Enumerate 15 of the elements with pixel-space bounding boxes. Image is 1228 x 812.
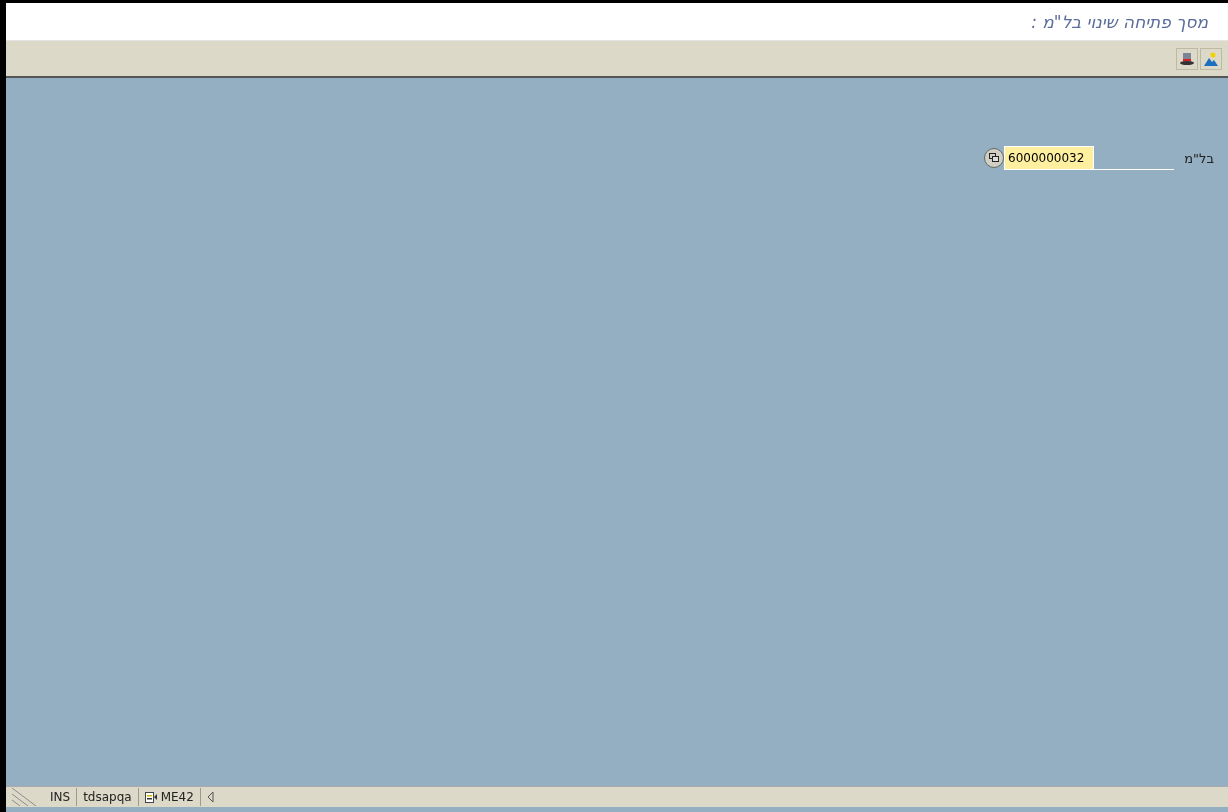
status-mode: INS xyxy=(44,788,78,806)
window-title: מסך פתיחה שינוי בל"מ : xyxy=(1031,11,1208,32)
mountain-sun-icon xyxy=(1204,52,1218,66)
status-transaction: ME42 xyxy=(160,790,194,804)
copy-button[interactable] xyxy=(984,148,1004,168)
copy-icon xyxy=(989,153,999,162)
transaction-icon xyxy=(144,791,157,803)
image-button[interactable] xyxy=(1200,47,1222,70)
status-server: tdsapqa xyxy=(77,788,139,806)
hat-icon xyxy=(1180,52,1194,65)
resize-grip-icon xyxy=(12,788,36,806)
hat-button[interactable] xyxy=(1176,47,1198,70)
left-arrow-icon[interactable] xyxy=(206,791,215,803)
field-label: בל"מ xyxy=(1183,150,1214,166)
input-field[interactable]: 6000000032 xyxy=(1004,146,1094,170)
